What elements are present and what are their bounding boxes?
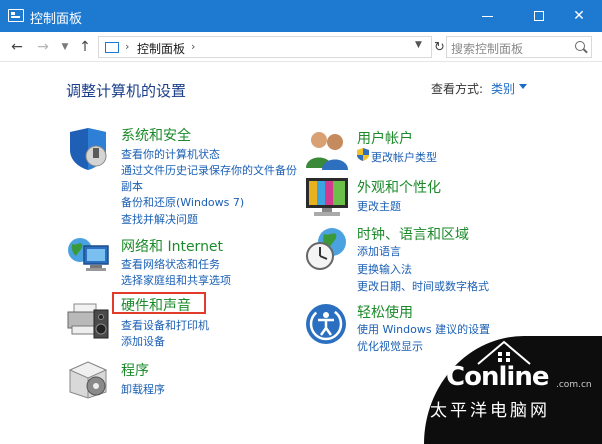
category-programs[interactable]: 程序: [121, 360, 149, 380]
category-network-internet[interactable]: 网络和 Internet: [121, 236, 223, 256]
address-dropdown-icon[interactable]: ▼: [415, 40, 422, 50]
back-button[interactable]: ←: [8, 38, 26, 56]
uac-shield-icon: [357, 148, 369, 161]
path-separator-icon[interactable]: ›: [191, 40, 195, 53]
address-path[interactable]: › 控制面板 › ▼: [98, 36, 432, 58]
category-user-accounts[interactable]: 用户帐户: [357, 128, 413, 148]
clock-globe-icon[interactable]: [304, 226, 350, 272]
ease-of-access-icon[interactable]: [304, 302, 348, 346]
recent-locations-button[interactable]: ▼: [56, 38, 74, 56]
link-add-device[interactable]: 添加设备: [121, 333, 165, 349]
breadcrumb-control-panel[interactable]: 控制面板: [137, 40, 185, 57]
window-title: 控制面板: [30, 12, 83, 27]
search-placeholder: 搜索控制面板: [451, 42, 524, 56]
close-icon: ✕: [573, 8, 585, 24]
arrow-right-icon: →: [37, 39, 49, 55]
link-change-account-type[interactable]: 更改帐户类型: [371, 149, 437, 165]
arrow-up-icon: ↑: [79, 39, 91, 55]
chevron-down-icon: ▼: [61, 42, 69, 52]
watermark-brand: PConline: [428, 362, 549, 392]
shield-icon[interactable]: [66, 126, 110, 172]
link-change-input-method[interactable]: 更换输入法: [357, 261, 412, 277]
link-view-computer-status[interactable]: 查看你的计算机状态: [121, 146, 220, 162]
chevron-down-icon[interactable]: [519, 84, 527, 89]
maximize-icon: [534, 11, 544, 21]
forward-button[interactable]: →: [34, 38, 52, 56]
minimize-button[interactable]: [464, 0, 510, 32]
control-panel-icon: [8, 9, 24, 22]
up-button[interactable]: ↑: [76, 38, 94, 56]
view-by-label: 查看方式:: [431, 82, 484, 96]
category-system-security[interactable]: 系统和安全: [121, 125, 191, 145]
category-appearance-personalization[interactable]: 外观和个性化: [357, 177, 441, 197]
monitor-display-icon[interactable]: [304, 176, 350, 218]
address-bar: ← → ▼ ↑ › 控制面板 › ▼ ↻ 搜索控制面板: [0, 32, 602, 62]
minimize-icon: [481, 15, 493, 17]
link-backup-restore[interactable]: 备份和还原(Windows 7): [121, 194, 244, 210]
link-change-date-time-format[interactable]: 更改日期、时间或数字格式: [357, 278, 489, 294]
refresh-button[interactable]: ↻: [434, 36, 445, 58]
network-globe-icon[interactable]: [66, 234, 112, 276]
link-file-history-backup[interactable]: 通过文件历史记录保存你的文件备份: [121, 162, 297, 178]
search-icon[interactable]: [575, 41, 585, 51]
computer-icon: [105, 42, 119, 53]
link-devices-printers[interactable]: 查看设备和打印机: [121, 317, 209, 333]
search-input[interactable]: 搜索控制面板: [446, 36, 592, 58]
link-recommended-settings[interactable]: 使用 Windows 建议的设置: [357, 321, 490, 337]
link-add-language[interactable]: 添加语言: [357, 243, 401, 259]
watermark-domain: .com.cn: [556, 380, 592, 390]
programs-box-icon[interactable]: [66, 358, 110, 400]
link-network-status[interactable]: 查看网络状态和任务: [121, 256, 220, 272]
watermark-chinese: 太平洋电脑网: [430, 401, 550, 421]
link-troubleshoot[interactable]: 查找并解决问题: [121, 211, 198, 227]
link-optimize-visual-display[interactable]: 优化视觉显示: [357, 338, 423, 354]
refresh-icon: ↻: [434, 39, 445, 55]
path-separator-icon: ›: [125, 40, 130, 53]
link-uninstall-program[interactable]: 卸载程序: [121, 381, 165, 397]
page-title: 调整计算机的设置: [66, 82, 187, 100]
link-homegroup-sharing[interactable]: 选择家庭组和共享选项: [121, 272, 231, 288]
printer-speaker-icon[interactable]: [66, 296, 112, 342]
link-file-history-backup-cont[interactable]: 副本: [121, 178, 143, 194]
users-icon[interactable]: [304, 128, 350, 170]
view-by-dropdown[interactable]: 类别: [491, 80, 515, 97]
title-bar: 控制面板 ✕: [0, 0, 602, 32]
category-ease-of-access[interactable]: 轻松使用: [357, 302, 413, 322]
category-clock-language-region[interactable]: 时钟、语言和区域: [357, 224, 469, 244]
close-button[interactable]: ✕: [556, 0, 602, 32]
link-change-theme[interactable]: 更改主题: [357, 198, 401, 214]
arrow-left-icon: ←: [11, 39, 23, 55]
highlight-annotation: [112, 292, 206, 314]
